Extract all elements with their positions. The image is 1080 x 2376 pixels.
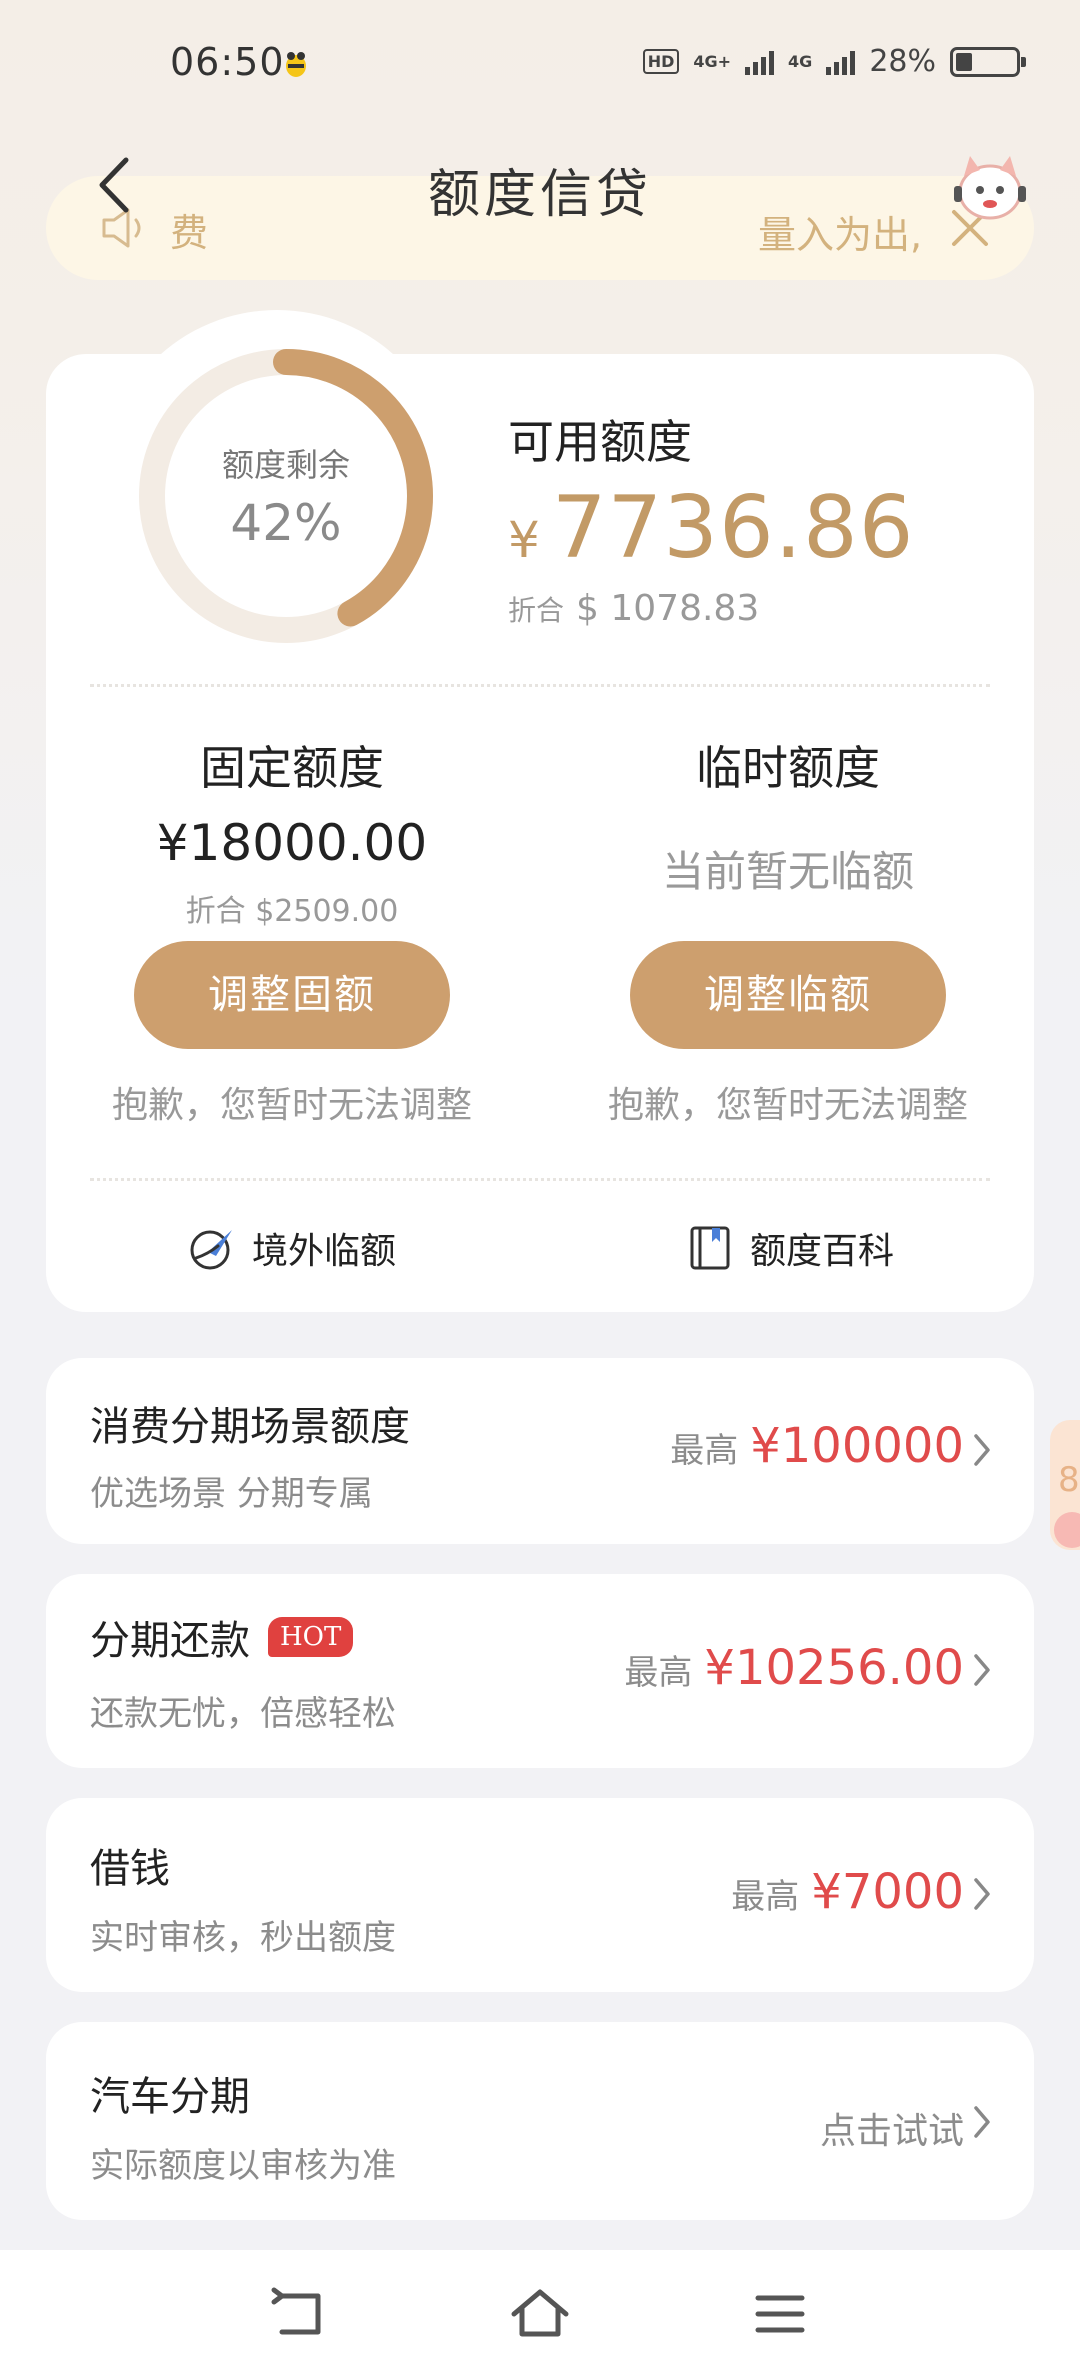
system-nav-bar: [0, 2250, 1080, 2376]
fixed-quota-tip: 抱歉，您暂时无法调整: [111, 1085, 472, 1126]
list-item-borrow-money[interactable]: 借钱 实时审核，秒出额度 最高 ¥7000: [46, 1798, 1034, 1992]
header: 额度信贷: [0, 140, 1080, 230]
list-item-consumer-installment[interactable]: 消费分期场景额度 优选场景 分期专属 最高 ¥100000: [46, 1358, 1034, 1544]
signal-icon: [745, 49, 775, 75]
fixed-quota-title: 固定额度: [200, 741, 384, 795]
chevron-right-icon: [974, 2106, 990, 2138]
list-item-title: 分期还款: [90, 1618, 250, 1664]
temp-quota-status: 当前暂无临额: [661, 847, 914, 896]
list-item-subtitle: 实时审核，秒出额度: [90, 1918, 396, 1958]
list-item-title: 消费分期场景额度: [90, 1404, 410, 1450]
list-item-title: 汽车分期: [90, 2074, 250, 2120]
temp-quota-section: 临时额度 当前暂无临额: [538, 732, 1038, 899]
hd-icon: HD: [642, 49, 680, 74]
max-value: ¥100000: [750, 1418, 964, 1474]
book-icon: [690, 1226, 730, 1270]
back-nav-icon[interactable]: [268, 2282, 332, 2346]
overseas-link-label: 境外临额: [252, 1231, 397, 1272]
chevron-right-icon: [974, 1434, 990, 1466]
list-item-value-group: 最高 ¥100000: [670, 1418, 964, 1474]
max-value: ¥10256.00: [704, 1640, 964, 1696]
menu-nav-icon[interactable]: [748, 2282, 812, 2346]
list-item-value-group: 最高 ¥10256.00: [624, 1640, 964, 1696]
network-4g-label: 4G: [788, 51, 813, 71]
divider: [90, 684, 990, 687]
network-4g-plus-label: 4G+: [693, 51, 732, 71]
try-action-label: 点击试试: [819, 2111, 964, 2152]
side-floating-promo[interactable]: 8: [1050, 1420, 1080, 1550]
divider-2: [90, 1178, 990, 1181]
fixed-quota-section: 固定额度 ¥18000.00 折合 $2509.00: [42, 732, 542, 930]
list-item-subtitle: 优选场景 分期专属: [90, 1474, 373, 1514]
temp-quota-title: 临时额度: [696, 741, 880, 795]
available-credit-amount: ¥ 7736.86: [508, 478, 914, 578]
status-bar: 06:50 HD 4G+ 4G 28%: [0, 0, 1080, 130]
side-promo-dot: [1054, 1512, 1080, 1548]
equiv-label: 折合: [508, 594, 565, 627]
ring-label: 额度剩余: [221, 446, 350, 484]
currency-symbol: ¥: [508, 511, 540, 569]
list-item-title-row: 分期还款 HOT: [90, 1608, 354, 1666]
side-promo-text: 8: [1058, 1460, 1080, 1500]
credit-wiki-link[interactable]: 额度百科: [686, 1222, 894, 1274]
max-label: 最高: [731, 1877, 800, 1917]
wiki-link-label: 额度百科: [750, 1231, 895, 1272]
status-icons: HD 4G+ 4G 28%: [642, 44, 1026, 79]
list-item-value-group: 最高 ¥7000: [731, 1864, 964, 1920]
adjust-temp-quota-button[interactable]: 调整临额: [630, 941, 946, 1049]
max-label: 最高: [624, 1653, 693, 1693]
mascot-assistant-icon[interactable]: [950, 146, 1030, 226]
list-item-value-group: 点击试试: [820, 2102, 964, 2154]
fixed-quota-equivalent: 折合 $2509.00: [185, 894, 399, 929]
page-title: 额度信贷: [427, 165, 652, 225]
plane-globe-icon: [190, 1230, 232, 1270]
list-item-subtitle: 还款无忧，倍感轻松: [90, 1694, 396, 1734]
clock: 06:50: [170, 40, 285, 84]
max-value: ¥7000: [811, 1864, 964, 1920]
list-item-car-installment[interactable]: 汽车分期 实际额度以审核为准 点击试试: [46, 2022, 1034, 2220]
equiv-value: $ 1078.83: [576, 588, 760, 629]
adjust-fixed-quota-button[interactable]: 调整固额: [134, 941, 450, 1049]
chevron-right-icon: [974, 1878, 990, 1910]
available-credit-title: 可用额度: [508, 415, 692, 469]
list-item-title: 借钱: [90, 1846, 170, 1892]
list-item-installment-repayment[interactable]: 分期还款 HOT 还款无忧，倍感轻松 最高 ¥10256.00: [46, 1574, 1034, 1768]
battery-icon: [950, 46, 1026, 77]
max-label: 最高: [670, 1431, 739, 1471]
available-amount-value: 7736.86: [551, 478, 915, 578]
battery-fill: [956, 52, 973, 71]
fixed-quota-amount: ¥18000.00: [156, 814, 428, 872]
chevron-right-icon: [974, 1654, 990, 1686]
ring-value: 42%: [230, 494, 342, 552]
available-equivalent: 折合 $ 1078.83: [508, 588, 759, 629]
bee-notification-icon: [286, 52, 306, 77]
overseas-temp-quota-link[interactable]: 境外临额: [188, 1222, 396, 1274]
temp-quota-tip: 抱歉，您暂时无法调整: [607, 1085, 968, 1126]
list-item-subtitle: 实际额度以审核为准: [90, 2146, 396, 2186]
signal-icon-2: [826, 49, 856, 75]
hot-badge: HOT: [268, 1617, 354, 1657]
battery-percent: 28%: [869, 44, 936, 79]
home-nav-icon[interactable]: [508, 2282, 572, 2346]
